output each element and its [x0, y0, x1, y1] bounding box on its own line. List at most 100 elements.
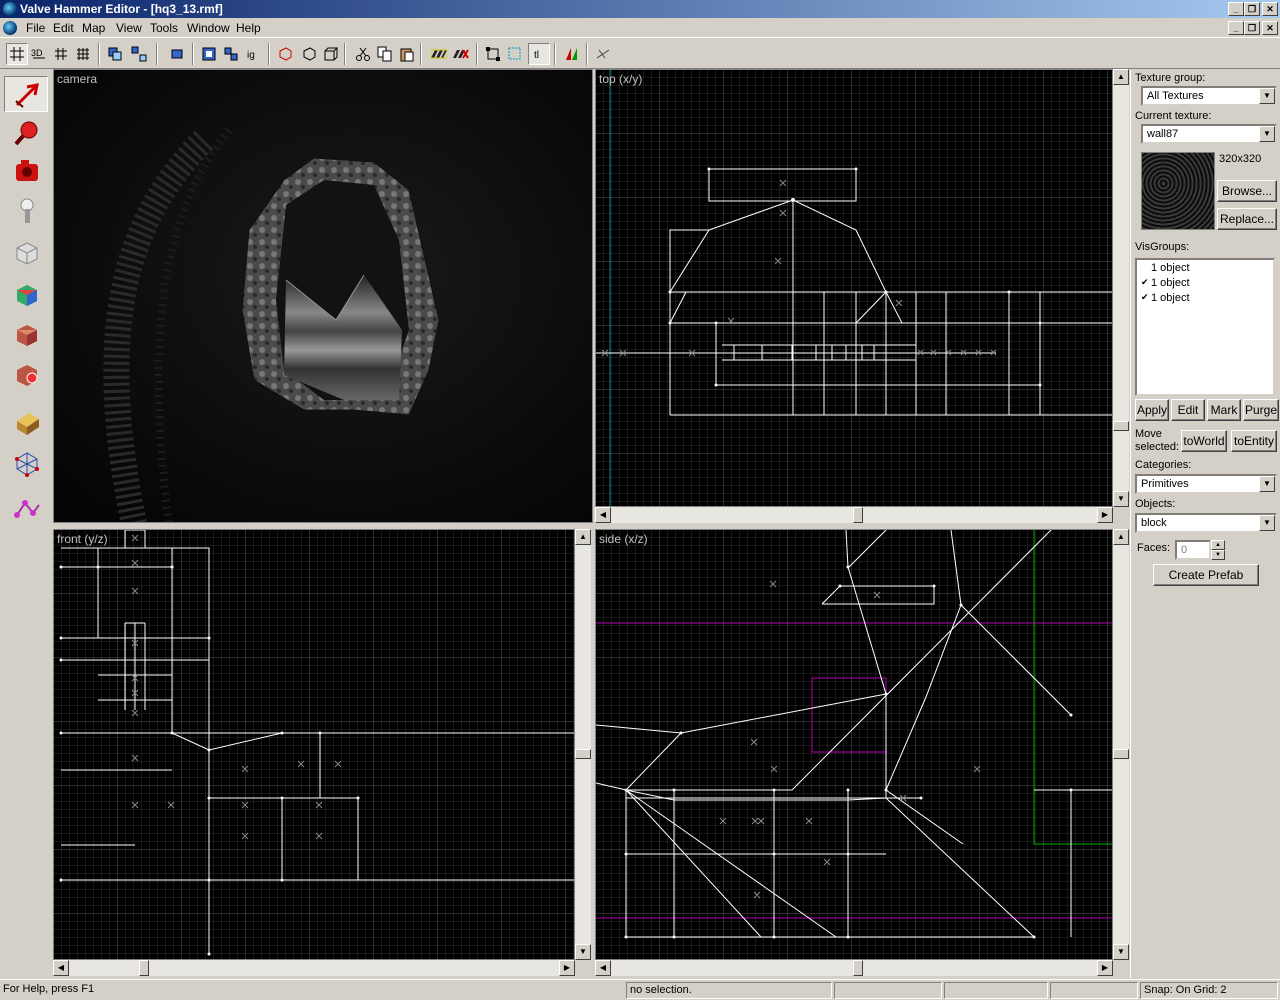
- selection-tool-icon[interactable]: [4, 76, 48, 112]
- chevron-down-icon[interactable]: ▼: [1259, 126, 1275, 142]
- spin-down-icon[interactable]: ▼: [1211, 550, 1225, 560]
- scroll-thumb[interactable]: [853, 507, 863, 523]
- clipping-icon[interactable]: [592, 43, 614, 65]
- ignore-groups-icon[interactable]: ig: [242, 43, 264, 65]
- ungroup-icon[interactable]: [128, 43, 150, 65]
- menu-help[interactable]: Help: [236, 21, 261, 35]
- scroll-left-icon[interactable]: ◀: [595, 507, 611, 523]
- scroll-right-icon[interactable]: ▶: [559, 960, 575, 976]
- objects-select[interactable]: block ▼: [1135, 513, 1277, 533]
- toggle-grid-icon[interactable]: [6, 43, 28, 65]
- scroll-thumb[interactable]: [575, 749, 591, 759]
- make-hollow-icon[interactable]: [298, 43, 320, 65]
- restore-icon[interactable]: ❐: [1244, 2, 1260, 16]
- menu-tools[interactable]: Tools: [150, 21, 178, 35]
- tie-to-entity-icon[interactable]: [166, 43, 188, 65]
- scroll-thumb[interactable]: [139, 960, 149, 976]
- carve-icon[interactable]: [274, 43, 296, 65]
- apply-current-texture-icon[interactable]: [4, 316, 48, 352]
- visible-eye-icon[interactable]: ✔: [1141, 292, 1149, 303]
- edit-button[interactable]: Edit: [1171, 399, 1205, 421]
- scroll-thumb[interactable]: [1113, 421, 1129, 431]
- browse-button[interactable]: Browse...: [1217, 180, 1277, 202]
- close-icon[interactable]: ✕: [1262, 2, 1278, 16]
- chevron-down-icon[interactable]: ▼: [1259, 515, 1275, 531]
- menu-edit[interactable]: Edit: [53, 21, 74, 35]
- texture-group-select[interactable]: All Textures ▼: [1141, 86, 1277, 106]
- scroll-down-icon[interactable]: ▼: [575, 944, 591, 960]
- menu-window[interactable]: Window: [187, 21, 230, 35]
- camera-tool-icon[interactable]: [4, 152, 48, 188]
- smaller-grid-icon[interactable]: [50, 43, 72, 65]
- faces-input[interactable]: 0: [1175, 540, 1211, 560]
- side-vertical-scrollbar[interactable]: ▲ ▼: [1113, 529, 1129, 960]
- current-texture-select[interactable]: wall87 ▼: [1141, 124, 1277, 144]
- scroll-down-icon[interactable]: ▼: [1113, 944, 1129, 960]
- visgroups-list[interactable]: 1 object ✔ 1 object ✔ 1 object: [1135, 258, 1275, 396]
- copy-icon[interactable]: [374, 43, 396, 65]
- minimize-icon[interactable]: _: [1228, 2, 1244, 16]
- block-tool-icon[interactable]: [4, 234, 48, 270]
- mark-button[interactable]: Mark: [1207, 399, 1241, 421]
- magnify-tool-icon[interactable]: [4, 114, 48, 150]
- entity-tool-icon[interactable]: [4, 192, 48, 228]
- doc-restore-icon[interactable]: ❐: [1244, 21, 1260, 35]
- hide-unselected-icon[interactable]: [220, 43, 242, 65]
- visible-eye-icon[interactable]: ✔: [1141, 277, 1149, 288]
- run-map-icon[interactable]: [560, 43, 582, 65]
- doc-close-icon[interactable]: ✕: [1262, 21, 1278, 35]
- front-horizontal-scrollbar[interactable]: ◀ ▶: [53, 960, 575, 976]
- menu-file[interactable]: File: [26, 21, 45, 35]
- path-tool-icon[interactable]: [4, 490, 48, 526]
- cut-icon[interactable]: [352, 43, 374, 65]
- select-by-box-icon[interactable]: [504, 43, 526, 65]
- chevron-down-icon[interactable]: ▼: [1259, 88, 1275, 104]
- spin-up-icon[interactable]: ▲: [1211, 540, 1225, 550]
- texture-scale-lock-icon[interactable]: [450, 43, 472, 65]
- side-viewport[interactable]: side (x/z): [595, 529, 1113, 960]
- larger-grid-icon[interactable]: [72, 43, 94, 65]
- 3d-grid-icon[interactable]: 3D: [28, 43, 50, 65]
- categories-select[interactable]: Primitives ▼: [1135, 474, 1277, 494]
- to-entity-button[interactable]: toEntity: [1231, 430, 1277, 452]
- to-world-button[interactable]: toWorld: [1181, 430, 1227, 452]
- scroll-down-icon[interactable]: ▼: [1113, 491, 1129, 507]
- visgroup-item[interactable]: 1 object: [1151, 262, 1190, 274]
- apply-decal-icon[interactable]: [4, 356, 48, 392]
- top-vertical-scrollbar[interactable]: ▲ ▼: [1113, 69, 1129, 507]
- chevron-down-icon[interactable]: ▼: [1259, 476, 1275, 492]
- scroll-thumb[interactable]: [1113, 749, 1129, 759]
- vertex-manipulation-icon[interactable]: [4, 444, 48, 480]
- document-icon[interactable]: [3, 21, 17, 35]
- texture-lock-icon[interactable]: [428, 43, 450, 65]
- scroll-up-icon[interactable]: ▲: [575, 529, 591, 545]
- visgroup-item[interactable]: 1 object: [1151, 277, 1190, 289]
- doc-minimize-icon[interactable]: _: [1228, 21, 1244, 35]
- toggle-texlock-icon[interactable]: tl: [528, 43, 550, 65]
- visgroup-item[interactable]: 1 object: [1151, 292, 1190, 304]
- hide-selected-icon[interactable]: [198, 43, 220, 65]
- paste-icon[interactable]: [396, 43, 418, 65]
- purge-button[interactable]: Purge: [1243, 399, 1279, 421]
- scroll-right-icon[interactable]: ▶: [1097, 507, 1113, 523]
- top-horizontal-scrollbar[interactable]: ◀ ▶: [595, 507, 1113, 523]
- top-viewport[interactable]: top (x/y): [595, 69, 1113, 507]
- handles-icon[interactable]: [482, 43, 504, 65]
- create-prefab-button[interactable]: Create Prefab: [1153, 564, 1259, 586]
- menu-map[interactable]: Map: [82, 21, 105, 35]
- front-viewport[interactable]: front (y/z): [53, 529, 575, 960]
- menu-view[interactable]: View: [116, 21, 142, 35]
- scroll-up-icon[interactable]: ▲: [1113, 69, 1129, 85]
- clipping-tool-icon[interactable]: [4, 404, 48, 440]
- scroll-right-icon[interactable]: ▶: [1097, 960, 1113, 976]
- camera-viewport[interactable]: camera: [53, 69, 593, 523]
- scroll-up-icon[interactable]: ▲: [1113, 529, 1129, 545]
- cube-icon[interactable]: [320, 43, 342, 65]
- texture-application-icon[interactable]: [4, 276, 48, 312]
- apply-button[interactable]: Apply: [1135, 399, 1169, 421]
- scroll-thumb[interactable]: [853, 960, 863, 976]
- scroll-left-icon[interactable]: ◀: [53, 960, 69, 976]
- front-vertical-scrollbar[interactable]: ▲ ▼: [575, 529, 591, 960]
- group-icon[interactable]: [104, 43, 126, 65]
- replace-button[interactable]: Replace...: [1217, 208, 1277, 230]
